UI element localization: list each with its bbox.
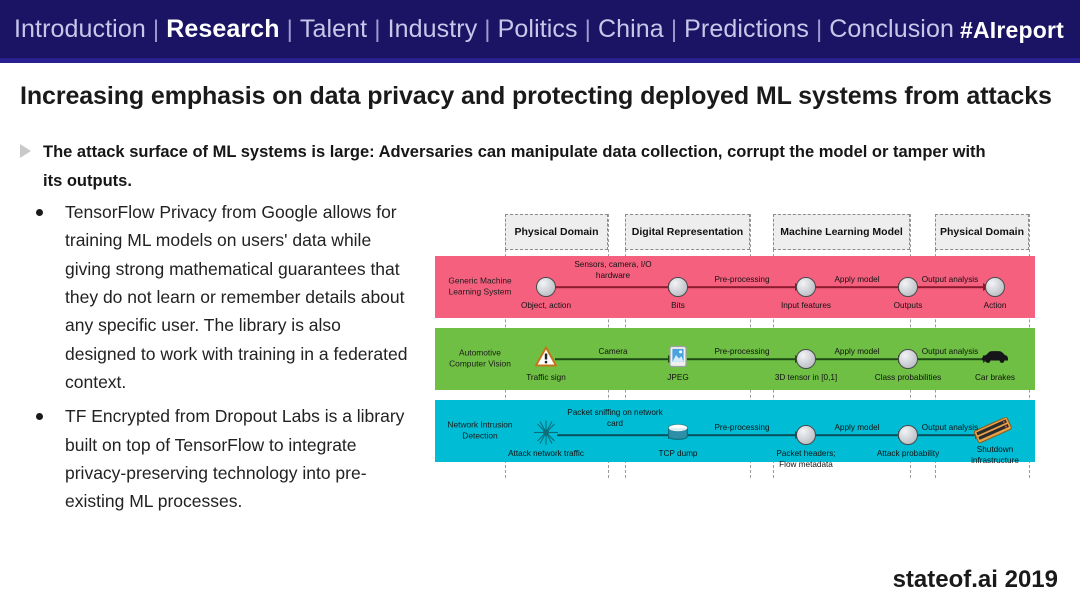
warning-sign-icon bbox=[535, 346, 557, 372]
connector-line bbox=[815, 434, 900, 436]
node-label-attack-probability: Attack probability bbox=[876, 449, 940, 458]
nav-separator: | bbox=[286, 15, 293, 43]
edge-label-apply-model: Apply model bbox=[834, 423, 880, 432]
list-item-text: TF Encrypted from Dropout Labs is a libr… bbox=[65, 406, 405, 512]
node-label-car-brakes: Car brakes bbox=[974, 373, 1016, 382]
edge-label-output-analysis: Output analysis bbox=[921, 347, 979, 356]
node-object-action bbox=[536, 277, 556, 297]
node-packet-headers bbox=[796, 425, 816, 445]
column-header-label: Machine Learning Model bbox=[780, 225, 903, 238]
node-label-outputs: Outputs bbox=[893, 301, 923, 310]
list-item: TF Encrypted from Dropout Labs is a libr… bbox=[28, 402, 428, 515]
node-label-class-probabilities: Class probabilities bbox=[874, 373, 942, 382]
node-label-jpeg: JPEG bbox=[667, 373, 689, 382]
lead-statement-text: The attack surface of ML systems is larg… bbox=[43, 143, 986, 191]
nav-item-conclusion[interactable]: Conclusion bbox=[829, 15, 954, 44]
connector-line bbox=[687, 286, 797, 288]
nav-separator: | bbox=[152, 15, 160, 43]
column-header-label: Physical Domain bbox=[939, 225, 1025, 238]
node-label-traffic-sign: Traffic sign bbox=[526, 373, 566, 382]
node-label-tcp-dump: TCP dump bbox=[658, 449, 698, 458]
lead-statement-row: The attack surface of ML systems is larg… bbox=[20, 138, 1030, 197]
connector-line bbox=[815, 358, 900, 360]
nav-item-predictions[interactable]: Predictions bbox=[684, 15, 809, 44]
edge-label-apply-model: Apply model bbox=[834, 275, 880, 284]
nav-item-talent[interactable]: Talent bbox=[300, 15, 367, 44]
nav-item-industry[interactable]: Industry bbox=[388, 15, 478, 44]
car-icon bbox=[980, 350, 1010, 369]
connector-line bbox=[917, 286, 985, 288]
nav-item-politics[interactable]: Politics bbox=[498, 15, 578, 44]
row-network-intrusion-detection: Network Intrusion Detection Packet sniff… bbox=[435, 400, 1035, 469]
nav-item-list: Introduction | Research | Talent | Indus… bbox=[14, 15, 954, 44]
node-input-features bbox=[796, 277, 816, 297]
nav-item-research[interactable]: Research bbox=[166, 15, 279, 44]
nav-separator: | bbox=[815, 15, 823, 43]
row-generic-ml-system: Generic Machine Learning System Sensors,… bbox=[435, 256, 1035, 318]
network-burst-icon bbox=[533, 420, 559, 451]
bullet-dot-icon bbox=[36, 413, 43, 421]
connector-line bbox=[687, 434, 797, 436]
node-label-shutdown-infrastructure: Shutdown infrastructure bbox=[971, 445, 1019, 465]
edge-label-output-analysis: Output analysis bbox=[921, 423, 979, 432]
column-header-physical-domain-input: Physical Domain bbox=[505, 214, 608, 250]
top-navigation-bar: Introduction | Research | Talent | Indus… bbox=[0, 0, 1080, 58]
node-class-probabilities bbox=[898, 349, 918, 369]
edge-label-packet-sniffing: Packet sniffing on network card bbox=[567, 408, 663, 428]
column-header-physical-domain-output: Physical Domain bbox=[935, 214, 1029, 250]
node-label-object-action: Object, action bbox=[520, 301, 572, 310]
image-file-icon bbox=[669, 345, 687, 373]
bullet-list: TensorFlow Privacy from Google allows fo… bbox=[28, 198, 428, 522]
row-label: Generic Machine Learning System bbox=[448, 275, 512, 297]
node-label-attack-network-traffic: Attack network traffic bbox=[508, 449, 584, 458]
triangle-bullet-icon bbox=[20, 144, 31, 158]
connector-line bbox=[917, 358, 985, 360]
node-outputs bbox=[898, 277, 918, 297]
node-bits bbox=[668, 277, 688, 297]
node-3d-tensor bbox=[796, 349, 816, 369]
report-hashtag: #AIreport bbox=[959, 17, 1064, 43]
node-label-action: Action bbox=[983, 301, 1007, 310]
database-icon bbox=[667, 423, 689, 447]
page-title: Increasing emphasis on data privacy and … bbox=[20, 82, 1052, 110]
edge-label-preprocessing: Pre-processing bbox=[714, 347, 770, 356]
connector-line bbox=[555, 286, 670, 288]
edge-label-preprocessing: Pre-processing bbox=[714, 423, 770, 432]
row-automotive-computer-vision: Automotive Computer Vision Camera Pre-pr… bbox=[435, 328, 1035, 390]
edge-label-preprocessing: Pre-processing bbox=[714, 275, 770, 284]
node-action bbox=[985, 277, 1005, 297]
nav-item-introduction[interactable]: Introduction bbox=[14, 15, 146, 44]
edge-label-apply-model: Apply model bbox=[834, 347, 880, 356]
nav-separator: | bbox=[584, 15, 591, 43]
node-label-input-features: Input features bbox=[780, 301, 832, 310]
footer-brand: stateof.ai 2019 bbox=[892, 566, 1058, 593]
node-label-3d-tensor: 3D tensor in [0,1] bbox=[774, 373, 838, 382]
nav-separator: | bbox=[374, 15, 381, 43]
column-header-label: Physical Domain bbox=[514, 225, 599, 238]
nav-separator: | bbox=[484, 15, 491, 43]
bullet-dot-icon bbox=[36, 209, 43, 216]
column-header-label: Digital Representation bbox=[631, 225, 744, 238]
connector-line bbox=[917, 434, 977, 436]
edge-label-output-analysis: Output analysis bbox=[921, 275, 979, 284]
connector-line bbox=[687, 358, 797, 360]
nav-separator: | bbox=[670, 15, 678, 43]
ml-attack-surface-diagram: Physical Domain Digital Representation M… bbox=[435, 208, 1035, 486]
nav-underline-bar bbox=[0, 58, 1080, 63]
node-label-bits: Bits bbox=[671, 301, 685, 310]
list-item: TensorFlow Privacy from Google allows fo… bbox=[28, 198, 428, 396]
connector-line bbox=[557, 434, 670, 436]
edge-label-camera: Camera bbox=[598, 347, 628, 356]
node-label-packet-headers: Packet headers; Flow metadata bbox=[776, 449, 836, 469]
row-label: Network Intrusion Detection bbox=[447, 419, 513, 441]
row-label: Automotive Computer Vision bbox=[449, 347, 511, 369]
list-item-text: TensorFlow Privacy from Google allows fo… bbox=[65, 202, 408, 393]
column-header-machine-learning-model: Machine Learning Model bbox=[773, 214, 910, 250]
edge-label-sensors: Sensors, camera, I/O hardware bbox=[574, 260, 652, 280]
node-attack-probability bbox=[898, 425, 918, 445]
nav-item-china[interactable]: China bbox=[598, 15, 664, 44]
column-header-digital-representation: Digital Representation bbox=[625, 214, 750, 250]
connector-line bbox=[815, 286, 900, 288]
connector-line bbox=[555, 358, 670, 360]
